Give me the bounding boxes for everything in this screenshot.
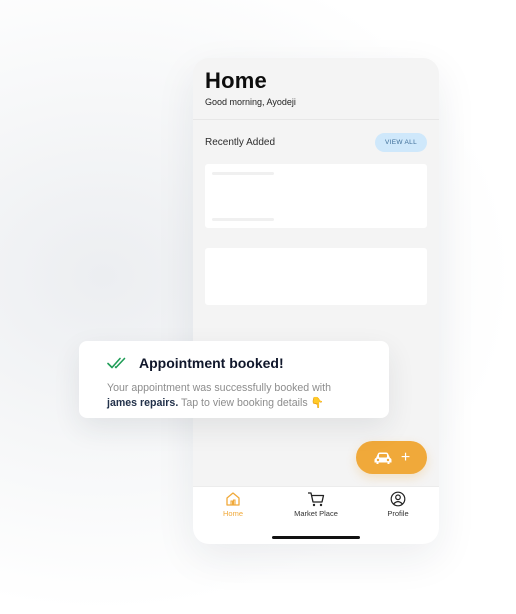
home-indicator xyxy=(272,536,360,539)
toast-body-suffix: Tap to view booking details 👇 xyxy=(178,397,324,409)
plus-icon: + xyxy=(400,448,411,466)
section-title: Recently Added xyxy=(205,136,276,148)
phone-screen: Home Good morning, Ayodeji Recently Adde… xyxy=(193,58,439,544)
toast-message: Your appointment was successfully booked… xyxy=(107,381,371,411)
appointment-toast[interactable]: Appointment booked! Your appointment was… xyxy=(79,341,389,418)
skeleton-line xyxy=(212,218,274,221)
toast-business-name: james repairs. xyxy=(107,397,179,409)
page-title: Home xyxy=(205,68,267,93)
nav-label: Profile xyxy=(387,509,409,518)
profile-icon xyxy=(390,491,406,507)
car-icon xyxy=(374,452,392,464)
greeting-text: Good morning, Ayodeji xyxy=(205,97,296,107)
skeleton-line xyxy=(212,172,274,175)
nav-label: Market Place xyxy=(294,509,338,518)
recently-added-header: Recently Added VIEW ALL xyxy=(205,132,427,152)
bottom-nav: Home Market Place Profile xyxy=(193,486,439,544)
view-all-button[interactable]: VIEW ALL xyxy=(374,132,427,152)
nav-item-home[interactable]: Home xyxy=(198,491,268,518)
add-car-fab[interactable]: + xyxy=(356,441,427,474)
double-check-icon xyxy=(107,357,126,369)
toast-body-prefix: Your appointment was successfully booked… xyxy=(107,382,331,394)
recent-card[interactable] xyxy=(205,164,427,228)
recent-card[interactable] xyxy=(205,248,427,305)
home-icon xyxy=(226,492,240,506)
nav-item-profile[interactable]: Profile xyxy=(363,491,433,518)
toast-title: Appointment booked! xyxy=(139,355,284,371)
cart-icon xyxy=(308,492,325,507)
nav-label: Home xyxy=(222,509,243,518)
nav-item-market-place[interactable]: Market Place xyxy=(281,491,351,518)
home-header: Home Good morning, Ayodeji xyxy=(193,58,439,120)
